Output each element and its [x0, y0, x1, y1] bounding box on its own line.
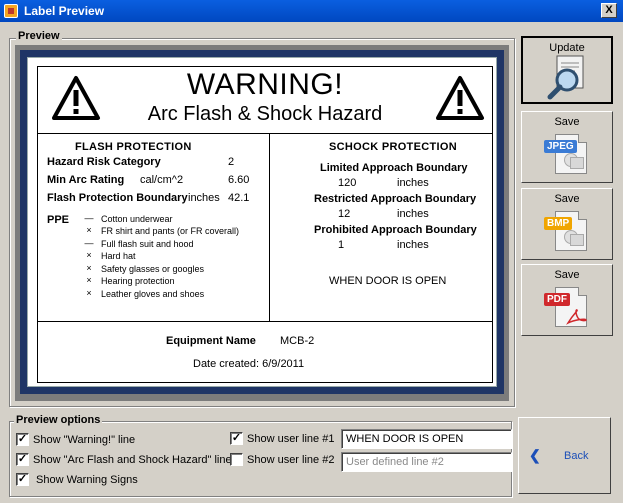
jpeg-badge-icon: JPEG: [544, 140, 577, 153]
date-created: Date created: 6/9/2011: [193, 358, 305, 370]
back-button-label: Back: [564, 450, 589, 462]
footer-divider: [38, 321, 492, 322]
show-warning-line-checkbox[interactable]: ✓: [16, 433, 29, 446]
shock-protection-title: SCHOCK PROTECTION: [329, 141, 457, 153]
magnifier-document-icon: [547, 55, 584, 100]
ppe-item: Cotton underwear: [101, 214, 173, 224]
bmp-badge-icon: BMP: [544, 217, 573, 230]
limited-approach-unit: inches: [397, 177, 429, 189]
save-jpeg-label: Save: [554, 116, 580, 128]
hazard-risk-category-label: Hazard Risk Category: [47, 156, 161, 168]
ppe-mark: ×: [86, 263, 92, 273]
ppe-item: FR shirt and pants (or FR coverall): [101, 226, 240, 236]
restricted-approach-unit: inches: [397, 208, 429, 220]
equipment-name-value: MCB-2: [280, 335, 315, 347]
flash-boundary-label: Flash Protection Boundary: [47, 192, 188, 204]
ppe-mark: ×: [86, 250, 92, 260]
min-arc-rating-label: Min Arc Rating: [47, 174, 125, 186]
ppe-item: Leather gloves and shoes: [101, 289, 205, 299]
flash-boundary-unit: inches: [188, 192, 220, 204]
flash-protection-title: FLASH PROTECTION: [75, 141, 192, 153]
warning-header: WARNING! Arc Flash & Shock Hazard: [38, 67, 492, 134]
ppe-item: Hard hat: [101, 251, 136, 261]
restricted-approach-value: 12: [338, 208, 351, 220]
prohibited-approach-unit: inches: [397, 239, 429, 251]
flash-boundary-value: 42.1: [228, 192, 250, 204]
window-title: Label Preview: [24, 4, 105, 18]
app-icon: [4, 4, 18, 18]
acrobat-icon: [566, 309, 587, 325]
prohibited-approach-label: Prohibited Approach Boundary: [314, 224, 477, 236]
ppe-mark: —: [84, 213, 94, 223]
section-divider: [269, 134, 270, 321]
hazard-subtitle: Arc Flash & Shock Hazard: [147, 103, 383, 125]
show-user-line-2-label: Show user line #2: [247, 454, 335, 466]
prohibited-approach-value: 1: [338, 239, 345, 251]
show-warning-signs-checkbox[interactable]: ✓: [16, 473, 29, 486]
save-bmp-label: Save: [554, 193, 580, 205]
user-line-1-text: WHEN DOOR IS OPEN: [329, 275, 447, 287]
save-pdf-button[interactable]: Save PDF: [521, 264, 613, 336]
warning-title: WARNING!: [186, 68, 344, 101]
show-warning-line-label: Show "Warning!" line: [33, 434, 136, 446]
back-arrow-icon: ❮: [529, 447, 541, 463]
show-warning-signs-label: Show Warning Signs: [36, 474, 138, 486]
show-user-line-1-checkbox[interactable]: ✓: [230, 432, 243, 445]
ppe-mark: ×: [86, 225, 92, 235]
close-button[interactable]: X: [601, 3, 617, 18]
equipment-name-label: Equipment Name: [166, 335, 256, 347]
show-user-line-2-checkbox[interactable]: [230, 453, 243, 466]
back-button[interactable]: ❮ Back: [518, 417, 611, 494]
min-arc-rating-value: 6.60: [228, 174, 250, 186]
show-user-line-1-label: Show user line #1: [247, 433, 335, 445]
limited-approach-value: 120: [338, 177, 357, 189]
save-bmp-button[interactable]: Save BMP: [521, 188, 613, 260]
ppe-item: Full flash suit and hood: [101, 239, 194, 249]
save-jpeg-button[interactable]: Save JPEG: [521, 111, 613, 183]
warning-sign-icon: [436, 76, 484, 120]
ppe-mark: —: [84, 238, 94, 248]
limited-approach-label: Limited Approach Boundary: [320, 162, 468, 174]
pdf-badge-icon: PDF: [544, 293, 570, 306]
min-arc-rating-unit: cal/cm^2: [140, 174, 184, 186]
preview-options-title: Preview options: [14, 414, 103, 426]
hazard-risk-category-value: 2: [228, 156, 235, 168]
ppe-item: Safety glasses or googles: [101, 264, 205, 274]
show-arc-flash-line-checkbox[interactable]: ✓: [16, 453, 29, 466]
ppe-item: Hearing protection: [101, 276, 175, 286]
save-pdf-label: Save: [554, 269, 580, 281]
ppe-mark: ×: [86, 275, 92, 285]
update-button[interactable]: Update: [521, 36, 613, 104]
user-line-1-input[interactable]: WHEN DOOR IS OPEN: [341, 429, 512, 449]
ppe-mark: ×: [86, 288, 92, 298]
restricted-approach-label: Restricted Approach Boundary: [314, 193, 477, 205]
user-line-2-input[interactable]: User defined line #2: [341, 452, 512, 472]
update-button-label: Update: [549, 42, 585, 54]
title-bar: Label Preview X: [0, 0, 623, 22]
show-arc-flash-line-label: Show "Arc Flash and Shock Hazard" line: [33, 454, 232, 466]
ppe-label: PPE: [47, 214, 70, 226]
preview-group-title: Preview: [16, 30, 62, 42]
label-content: WARNING! Arc Flash & Shock Hazard FLASH …: [37, 66, 493, 383]
